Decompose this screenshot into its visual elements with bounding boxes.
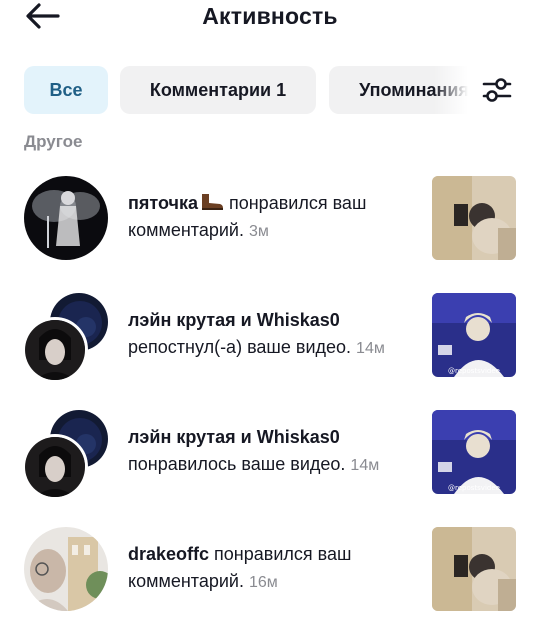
- video-thumbnail[interactable]: [432, 527, 516, 611]
- avatar[interactable]: [22, 434, 88, 500]
- header: Активность: [0, 0, 540, 40]
- notification-time: 3м: [248, 223, 269, 240]
- tabs-fade: [434, 66, 474, 114]
- avatar[interactable]: [24, 176, 108, 260]
- notification-time: 14м: [356, 340, 385, 357]
- filter-tabs: Все Комментарии 1 Упоминания: [24, 66, 474, 114]
- video-thumbnail[interactable]: @repostsvidee: [432, 410, 516, 494]
- notification-text: drakeoffc понравился ваш комментарий. 16…: [128, 541, 418, 596]
- page-title: Активность: [202, 3, 338, 29]
- video-thumbnail[interactable]: [432, 176, 516, 260]
- avatar[interactable]: [22, 317, 88, 383]
- notification-row[interactable]: лэйн крутая и Whiskas0 понравилось ваше …: [0, 410, 540, 510]
- notification-text: пяточка понравился ваш комментарий. 3м: [128, 190, 418, 245]
- thumbnail-caption: @repostsvidee: [448, 484, 500, 492]
- section-label: Другое: [24, 132, 83, 151]
- video-thumbnail[interactable]: @repostsvidee: [432, 293, 516, 377]
- user-name[interactable]: лэйн крутая и Whiskas0: [128, 427, 340, 447]
- user-name[interactable]: пяточка: [128, 193, 198, 213]
- notification-action: репостнул(-а) ваше видео.: [128, 337, 352, 357]
- boot-emoji-icon: [201, 194, 223, 210]
- notification-row[interactable]: drakeoffc понравился ваш комментарий. 16…: [0, 527, 540, 627]
- tab-all[interactable]: Все: [24, 66, 108, 114]
- user-name[interactable]: drakeoffc: [128, 544, 209, 564]
- user-name[interactable]: лэйн крутая и Whiskas0: [128, 310, 340, 330]
- notification-text: лэйн крутая и Whiskas0 понравилось ваше …: [128, 424, 418, 479]
- thumbnail-caption: @repostsvidee: [448, 367, 500, 375]
- filter-settings-button[interactable]: [480, 74, 514, 106]
- sliders-icon: [482, 78, 512, 102]
- notification-row[interactable]: пяточка понравился ваш комментарий. 3м: [0, 176, 540, 276]
- notification-text: лэйн крутая и Whiskas0 репостнул(-а) ваш…: [128, 307, 418, 362]
- tab-comments[interactable]: Комментарии 1: [120, 66, 316, 114]
- notification-row[interactable]: лэйн крутая и Whiskas0 репостнул(-а) ваш…: [0, 293, 540, 393]
- avatar[interactable]: [24, 527, 108, 611]
- notification-time: 16м: [248, 574, 278, 591]
- notification-action: понравилось ваше видео.: [128, 454, 346, 474]
- notification-time: 14м: [350, 457, 380, 474]
